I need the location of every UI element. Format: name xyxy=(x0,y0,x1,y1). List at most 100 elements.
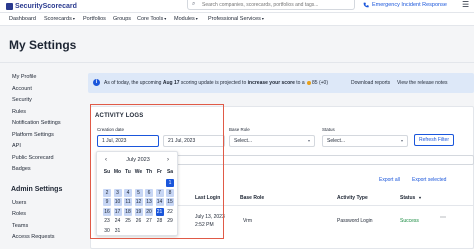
calendar-day[interactable]: 9 xyxy=(103,198,111,206)
release-notes-link[interactable]: View the release notes xyxy=(397,80,448,86)
nav-scorecards[interactable]: Scorecards▾ xyxy=(44,16,75,22)
top-bar: SecurityScorecard ⌕ Emergency Incident R… xyxy=(0,0,474,13)
banner-text-post: to a xyxy=(294,80,306,86)
calendar-day[interactable]: 10 xyxy=(113,198,122,206)
cell-activity-type: Password Login xyxy=(337,218,373,224)
calendar-day[interactable]: 24 xyxy=(114,217,122,225)
column-header-activity-type[interactable]: Activity Type xyxy=(337,195,368,201)
calendar-day[interactable]: 4 xyxy=(124,188,132,197)
calendar-day[interactable]: 22 xyxy=(166,208,174,216)
nav-portfolios[interactable]: Portfolios xyxy=(83,16,106,22)
activity-logs-title: ACTIVITY LOGS xyxy=(95,113,144,119)
date-picker-calendar: ‹ July 2023 › Su Mo Tu We Th Fr Sa 1 2 3 4 5 6 7 8 9 10 1… xyxy=(96,151,178,236)
nav-label: Dashboard xyxy=(9,16,36,22)
calendar-day[interactable]: 3 xyxy=(113,188,122,197)
calendar-day[interactable]: 8 xyxy=(166,188,174,197)
calendar-day[interactable]: 26 xyxy=(135,217,143,225)
calendar-day[interactable]: 28 xyxy=(156,217,164,225)
export-selected-link[interactable]: Export selected xyxy=(412,177,446,183)
nav-label: Modules xyxy=(174,16,195,22)
end-date-input[interactable] xyxy=(163,135,225,147)
chevron-down-icon: ▾ xyxy=(400,138,403,143)
sidebar-item-security[interactable]: Security xyxy=(12,97,32,103)
brand-name: SecurityScorecard xyxy=(15,3,77,10)
calendar-day[interactable]: 17 xyxy=(113,207,122,216)
calendar-day[interactable]: 12 xyxy=(134,198,143,206)
calendar-day[interactable]: 5 xyxy=(134,188,143,197)
calendar-day[interactable]: 7 xyxy=(155,188,164,197)
nav-label: Professional Services xyxy=(208,16,261,22)
sort-chevron-icon[interactable]: ▾ xyxy=(419,195,421,200)
nav-label: Portfolios xyxy=(83,16,106,22)
calendar-weekday: Fr xyxy=(157,169,162,175)
calendar-day[interactable]: 14 xyxy=(155,198,164,206)
banner-score: 85 xyxy=(312,80,318,86)
hamburger-menu-icon[interactable]: ☰ xyxy=(462,0,469,10)
status-select[interactable]: Select... ▾ xyxy=(322,135,408,147)
calendar-day[interactable]: 15 xyxy=(166,198,174,206)
column-header-status[interactable]: Status xyxy=(400,195,415,201)
sidebar-item-api[interactable]: API xyxy=(12,143,21,149)
calendar-day[interactable]: 2 xyxy=(103,188,111,197)
table-header-divider xyxy=(168,205,474,206)
sidebar-item-users[interactable]: Users xyxy=(12,200,26,206)
base-role-select[interactable]: Select... ▾ xyxy=(229,135,315,147)
chevron-down-icon: ▾ xyxy=(164,16,167,21)
calendar-day[interactable]: 19 xyxy=(134,207,143,216)
calendar-day[interactable]: 18 xyxy=(124,207,132,216)
sidebar-item-teams[interactable]: Teams xyxy=(12,223,28,229)
nav-label: Groups xyxy=(113,16,132,22)
start-date-input[interactable] xyxy=(97,135,159,147)
row-more-options-icon[interactable]: ⋯ xyxy=(440,214,446,221)
calendar-day[interactable]: 6 xyxy=(145,188,153,197)
calendar-day[interactable]: 13 xyxy=(145,198,153,206)
status-label: Status xyxy=(322,127,335,132)
nav-core-tools[interactable]: Core Tools▾ xyxy=(137,16,166,22)
creation-date-label: Creation date xyxy=(97,127,125,132)
export-all-link[interactable]: Export all xyxy=(379,177,400,183)
sidebar-item-account[interactable]: Account xyxy=(12,86,32,92)
search-icon: ⌕ xyxy=(192,1,196,7)
calendar-day[interactable]: 25 xyxy=(124,217,132,225)
calendar-day[interactable]: 1 xyxy=(166,179,174,187)
sidebar-item-roles[interactable]: Roles xyxy=(12,211,26,217)
nav-dashboard[interactable]: Dashboard xyxy=(9,16,36,22)
nav-modules[interactable]: Modules▾ xyxy=(174,16,198,22)
chevron-down-icon: ▾ xyxy=(72,16,75,21)
calendar-day[interactable]: 29 xyxy=(166,217,174,225)
status-value: Select... xyxy=(327,138,346,144)
base-role-value: Select... xyxy=(234,138,253,144)
calendar-weekday: Mo xyxy=(113,169,122,175)
sidebar-item-notification-settings[interactable]: Notification Settings xyxy=(12,120,61,126)
refresh-filter-button[interactable]: Refresh Filter xyxy=(414,134,454,146)
next-month-icon[interactable]: › xyxy=(167,157,169,163)
emergency-incident-link[interactable]: Emergency Incident Response xyxy=(363,0,447,10)
calendar-day[interactable]: 16 xyxy=(103,207,111,216)
calendar-day[interactable]: 27 xyxy=(145,217,153,225)
calendar-day[interactable]: 31 xyxy=(114,227,122,235)
column-header-last-login[interactable]: Last Login xyxy=(195,195,220,201)
table-search-input[interactable] xyxy=(168,155,474,165)
sidebar-item-access-requests[interactable]: Access Requests xyxy=(12,234,55,240)
sidebar-item-public-scorecard[interactable]: Public Scorecard xyxy=(12,155,54,161)
search-input[interactable] xyxy=(202,0,352,9)
calendar-day[interactable]: 21 xyxy=(155,207,164,216)
brand-logo[interactable]: SecurityScorecard xyxy=(6,0,77,13)
column-header-base-role[interactable]: Base Role xyxy=(240,195,264,201)
nav-groups[interactable]: Groups xyxy=(113,16,131,22)
calendar-day[interactable]: 23 xyxy=(103,217,111,225)
banner-date: Aug 17 xyxy=(162,80,180,86)
cell-status: Success xyxy=(400,218,419,224)
global-search[interactable]: ⌕ xyxy=(187,0,355,10)
nav-professional-services[interactable]: Professional Services▾ xyxy=(208,16,264,22)
sidebar-item-my-profile[interactable]: My Profile xyxy=(12,74,36,80)
cell-last-login-date: July 13, 2023 xyxy=(195,214,225,220)
calendar-weekday: Th xyxy=(145,169,153,175)
sidebar-item-platform-settings[interactable]: Platform Settings xyxy=(12,132,54,138)
sidebar-item-rules[interactable]: Rules xyxy=(12,109,26,115)
calendar-day[interactable]: 11 xyxy=(124,198,132,206)
download-reports-link[interactable]: Download reports xyxy=(351,80,390,86)
calendar-day[interactable]: 20 xyxy=(145,207,153,216)
calendar-day[interactable]: 30 xyxy=(103,227,111,235)
sidebar-item-badges[interactable]: Badges xyxy=(12,166,31,172)
